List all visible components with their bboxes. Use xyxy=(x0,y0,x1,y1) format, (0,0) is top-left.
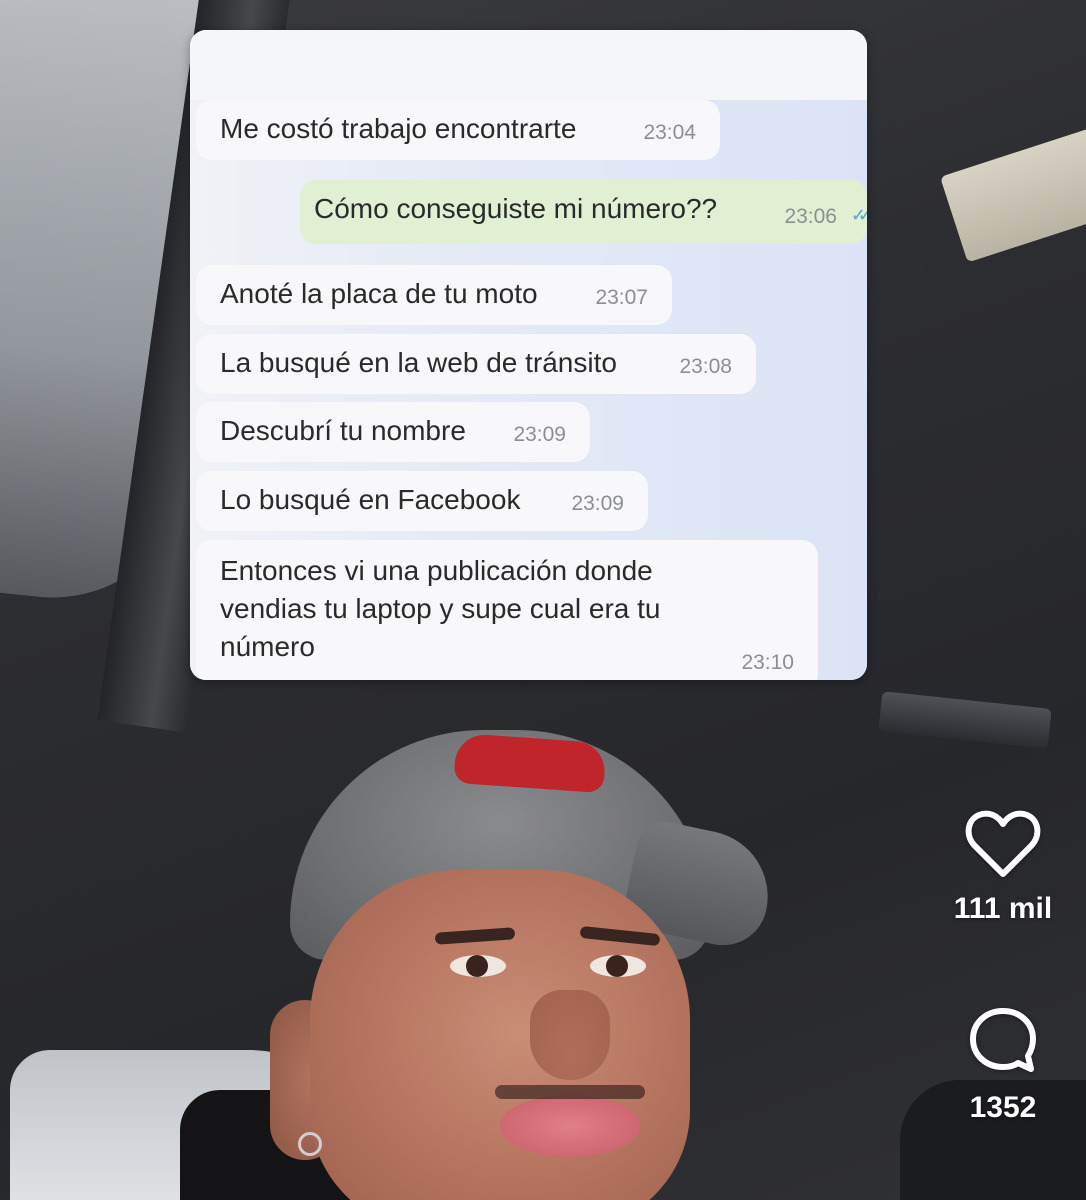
message-text: Me costó trabajo encontrarte xyxy=(220,113,577,144)
mustache xyxy=(495,1085,645,1099)
cap-logo xyxy=(453,732,607,794)
message-bubble-incoming: Entonces vi una publicación donde vendia… xyxy=(196,540,818,680)
eye-left xyxy=(450,955,506,977)
chat-header xyxy=(190,30,867,100)
person-in-video xyxy=(250,730,780,1200)
message-text: Lo busqué en Facebook xyxy=(220,484,521,515)
read-receipt-icon: ✓✓ xyxy=(850,205,867,225)
message-time: 23:04 xyxy=(643,121,696,144)
sun-visor xyxy=(940,127,1086,263)
message-time: 23:09 xyxy=(513,423,566,446)
message-bubble-incoming: Lo busqué en Facebook 23:09 xyxy=(196,471,648,531)
message-text: Cómo conseguiste mi número?? xyxy=(314,193,718,224)
message-text: Entonces vi una publicación donde vendia… xyxy=(220,555,661,662)
message-bubble-incoming: La busqué en la web de tránsito 23:08 xyxy=(196,334,756,394)
lips xyxy=(500,1095,640,1157)
chat-messages: Me costó trabajo encontrarte 23:04 Cómo … xyxy=(190,100,867,680)
heart-icon[interactable] xyxy=(965,810,1041,878)
message-time: 23:08 xyxy=(679,355,732,378)
chat-screenshot: Me costó trabajo encontrarte 23:04 Cómo … xyxy=(190,30,867,680)
cabin-light xyxy=(878,691,1052,749)
message-text: Descubrí tu nombre xyxy=(220,415,466,446)
message-time: 23:10 xyxy=(741,651,794,674)
earring xyxy=(298,1132,322,1156)
message-text: Anoté la placa de tu moto xyxy=(220,278,538,309)
message-time: 23:07 xyxy=(595,286,648,309)
message-bubble-incoming: Descubrí tu nombre 23:09 xyxy=(196,402,590,462)
eye-right xyxy=(590,955,646,977)
message-text: La busqué en la web de tránsito xyxy=(220,347,617,378)
nose xyxy=(530,990,610,1080)
comment-action[interactable]: 1352 xyxy=(943,1005,1063,1125)
face xyxy=(310,870,690,1200)
comment-count: 1352 xyxy=(969,1091,1037,1124)
like-action[interactable]: 111 mil xyxy=(943,810,1063,926)
message-bubble-incoming: Anoté la placa de tu moto 23:07 xyxy=(196,265,672,325)
message-bubble-incoming: Me costó trabajo encontrarte 23:04 xyxy=(196,100,720,160)
like-count: 111 mil xyxy=(953,892,1053,925)
message-time: 23:06 xyxy=(784,205,837,228)
reel-video[interactable]: Me costó trabajo encontrarte 23:04 Cómo … xyxy=(0,0,1086,1200)
message-time: 23:09 xyxy=(571,492,624,515)
message-bubble-outgoing: Cómo conseguiste mi número?? 23:06 ✓✓ xyxy=(300,180,867,244)
comment-bubble-icon[interactable] xyxy=(967,1005,1039,1077)
